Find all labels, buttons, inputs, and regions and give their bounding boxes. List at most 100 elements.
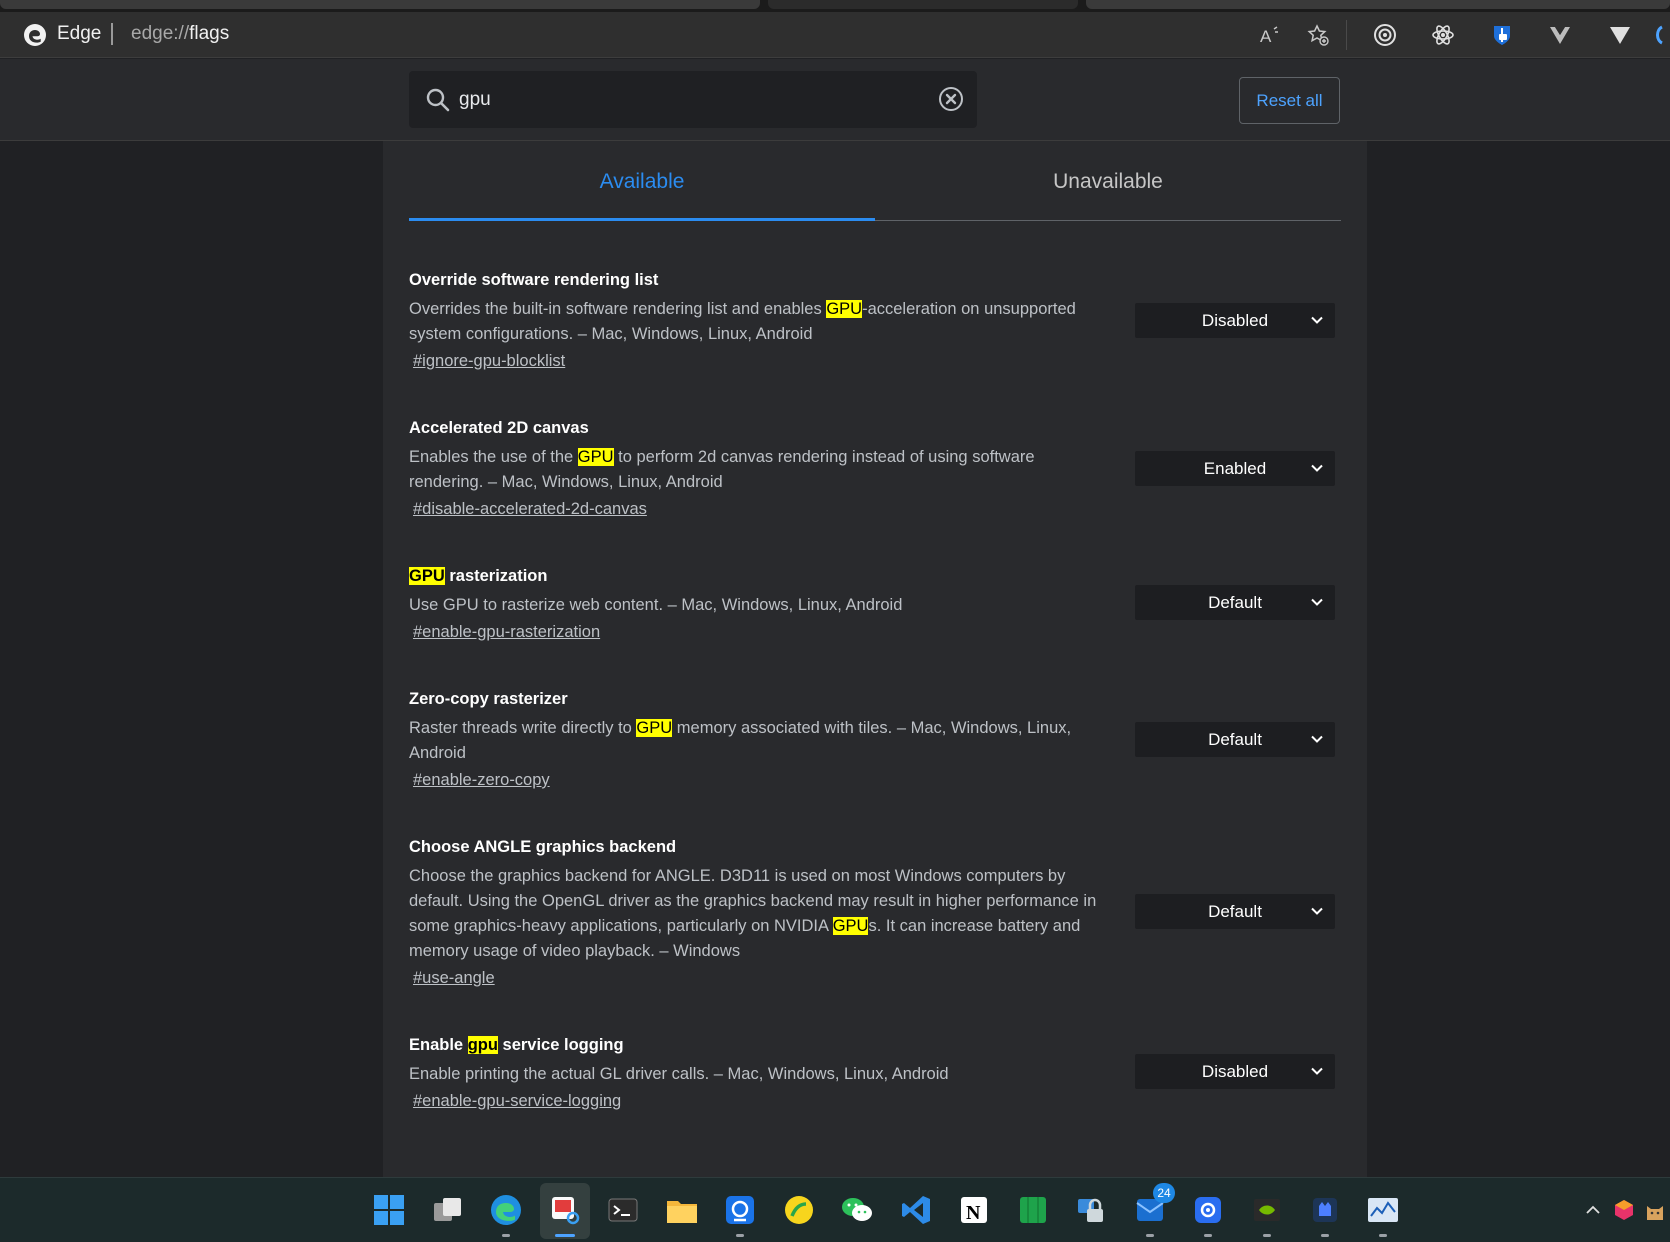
game-app-icon[interactable]	[1306, 1191, 1344, 1229]
browser-tab-active[interactable]	[768, 0, 1078, 9]
address-bar: Edge edge://flags A	[0, 12, 1670, 58]
tab-strip	[0, 0, 1670, 12]
screen-capture-icon[interactable]	[1189, 1191, 1227, 1229]
experiment-gpu-rasterization: GPU rasterization Use GPU to rasterize w…	[409, 565, 1341, 645]
search-highlight: gpu	[467, 1036, 498, 1054]
tray-cat-icon[interactable]	[1640, 1191, 1670, 1229]
music-app-icon[interactable]	[780, 1191, 818, 1229]
search-highlight: GPU	[636, 719, 673, 737]
flags-content: Available Unavailable Override software …	[383, 141, 1367, 1177]
search-highlight: GPU	[826, 300, 863, 318]
start-menu-icon[interactable]	[370, 1191, 408, 1229]
experiment-title: GPU rasterization	[409, 567, 548, 585]
reset-all-button[interactable]: Reset all	[1239, 77, 1340, 124]
url-field[interactable]: edge://flags	[131, 23, 229, 45]
tab-unavailable[interactable]: Unavailable	[875, 141, 1341, 222]
notification-badge: 24	[1153, 1183, 1175, 1203]
experiment-permalink[interactable]: #use-angle	[413, 966, 495, 991]
experiment-title: Zero-copy rasterizer	[409, 690, 568, 708]
add-favorite-icon[interactable]	[1304, 21, 1332, 49]
wechat-icon[interactable]	[838, 1191, 876, 1229]
search-icon	[426, 88, 450, 112]
experiment-permalink[interactable]: #ignore-gpu-blocklist	[413, 349, 565, 374]
experiment-accelerated-2d-canvas: Accelerated 2D canvas Enables the use of…	[409, 417, 1341, 522]
outlook-icon[interactable]: 24	[1131, 1183, 1175, 1229]
svg-text:N: N	[966, 1202, 981, 1224]
overflow-extension-icon[interactable]	[1652, 21, 1670, 49]
chevron-down-icon	[1311, 464, 1323, 472]
vpn-lock-icon[interactable]	[1072, 1191, 1110, 1229]
search-highlight: GPU	[409, 567, 445, 585]
tab-available[interactable]: Available	[409, 141, 875, 222]
experiment-gpu-service-logging: Enable gpu service logging Enable printi…	[409, 1034, 1341, 1114]
url-path: flags	[189, 23, 230, 44]
file-explorer-icon[interactable]	[663, 1191, 701, 1229]
spreadsheet-app-icon[interactable]	[1014, 1191, 1052, 1229]
chevron-down-icon	[1311, 735, 1323, 743]
browser-tab[interactable]	[1086, 0, 1670, 9]
taskbar-active-indicator	[555, 1234, 575, 1237]
chevron-down-icon	[1311, 598, 1323, 606]
svg-text:A: A	[1260, 27, 1272, 46]
experiment-state-select[interactable]: Default	[1135, 585, 1335, 620]
taskbar-running-indicator	[502, 1234, 510, 1237]
experiment-description: Enable printing the actual GL driver cal…	[409, 1065, 949, 1083]
search-header: Reset all	[0, 59, 1670, 141]
experiment-description: Choose the graphics backend for ANGLE. D…	[409, 867, 1097, 960]
browser-tab[interactable]	[0, 0, 760, 9]
experiment-description: Raster threads write directly to GPU mem…	[409, 719, 1072, 762]
mail-app-icon[interactable]	[721, 1191, 759, 1229]
taskbar-running-indicator	[1379, 1234, 1387, 1237]
experiment-permalink[interactable]: #enable-zero-copy	[413, 768, 550, 793]
task-view-icon[interactable]	[429, 1191, 467, 1229]
edge-browser-icon[interactable]	[487, 1191, 525, 1229]
browser-name: Edge	[57, 23, 102, 44]
experiment-state-select[interactable]: Enabled	[1135, 451, 1335, 486]
password-manager-icon[interactable]	[1488, 21, 1516, 49]
search-box[interactable]	[409, 71, 977, 128]
vue-devtools-icon[interactable]	[1546, 21, 1574, 49]
tray-chevron-up-icon[interactable]	[1578, 1191, 1608, 1229]
experiment-override-software-rendering-list: Override software rendering list Overrid…	[409, 269, 1341, 374]
clear-search-icon[interactable]	[939, 87, 963, 111]
nvidia-icon[interactable]	[1248, 1191, 1286, 1229]
vue-extension-icon[interactable]	[1606, 21, 1634, 49]
flag-tabs: Available Unavailable	[409, 141, 1341, 223]
react-devtools-icon[interactable]	[1429, 21, 1457, 49]
edge-logo-icon[interactable]	[23, 23, 47, 47]
experiment-choose-angle-backend: Choose ANGLE graphics backend Choose the…	[409, 836, 1341, 991]
taskbar: N 24	[0, 1177, 1670, 1242]
experiment-state-select[interactable]: Disabled	[1135, 1054, 1335, 1089]
experiment-title: Enable gpu service logging	[409, 1036, 624, 1054]
left-gutter	[0, 141, 383, 1177]
chevron-down-icon	[1311, 907, 1323, 915]
taskbar-running-indicator	[1204, 1234, 1212, 1237]
experiment-permalink[interactable]: #enable-gpu-service-logging	[413, 1089, 621, 1114]
taskbar-running-indicator	[1263, 1234, 1271, 1237]
taskbar-running-indicator	[1146, 1234, 1154, 1237]
experiment-description: Use GPU to rasterize web content. – Mac,…	[409, 596, 903, 614]
experiment-description: Enables the use of the GPU to perform 2d…	[409, 448, 1035, 491]
extension-target-icon[interactable]	[1371, 21, 1399, 49]
experiment-state-select[interactable]: Default	[1135, 722, 1335, 757]
chevron-down-icon	[1311, 1067, 1323, 1075]
terminal-icon[interactable]	[604, 1191, 642, 1229]
experiment-permalink[interactable]: #enable-gpu-rasterization	[413, 620, 600, 645]
experiment-state-select[interactable]: Disabled	[1135, 303, 1335, 338]
performance-monitor-icon[interactable]	[1364, 1191, 1402, 1229]
experiment-description: Overrides the built-in software renderin…	[409, 300, 1076, 343]
url-divider	[111, 23, 113, 45]
taskbar-running-indicator	[1321, 1234, 1329, 1237]
snipping-tool-icon[interactable]	[546, 1191, 584, 1229]
tray-app-icon[interactable]	[1610, 1191, 1638, 1229]
search-input[interactable]	[459, 85, 919, 115]
experiment-state-select[interactable]: Default	[1135, 894, 1335, 929]
experiment-title: Accelerated 2D canvas	[409, 419, 589, 437]
experiment-permalink[interactable]: #disable-accelerated-2d-canvas	[413, 497, 647, 522]
experiment-title: Choose ANGLE graphics backend	[409, 838, 677, 856]
read-aloud-icon[interactable]: A	[1256, 21, 1284, 49]
notion-icon[interactable]: N	[955, 1191, 993, 1229]
experiment-title: Override software rendering list	[409, 271, 659, 289]
vscode-icon[interactable]	[897, 1191, 935, 1229]
experiment-zero-copy-rasterizer: Zero-copy rasterizer Raster threads writ…	[409, 688, 1341, 793]
